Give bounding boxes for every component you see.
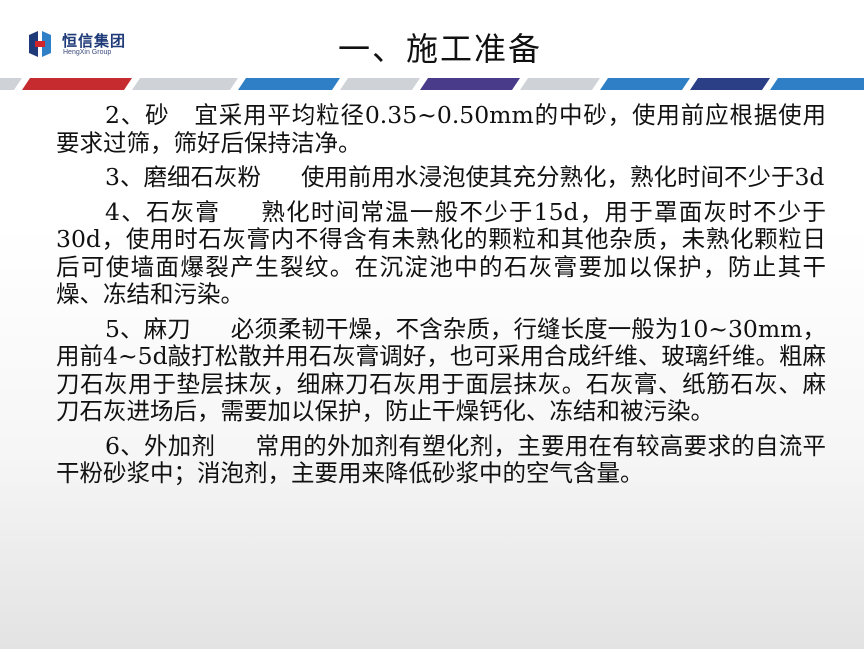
slide-title: 一、施工准备: [337, 30, 542, 68]
content-body: 2、砂 宜采用平均粒径0.35~0.50mm的中砂，使用前应根据使用要求过筛，筛好…: [56, 101, 827, 495]
paragraph-heading: 6、外加剂: [105, 431, 216, 460]
paragraph-heading: 3、磨细石灰粉: [105, 163, 261, 191]
slide: 恒信集团 HengXin Group 一、施工准备 2、砂 宜采用平均粒径0.35…: [0, 0, 864, 649]
paragraph-text: 使用前用水浸泡使其充分熟化，熟化时间不少于3d: [300, 163, 825, 191]
paragraph-heading: 5、麻刀: [105, 314, 191, 343]
paragraph-hemp-fiber: 5、麻刀 必须柔韧干燥，不含杂质，行缝长度一般为10~30mm，用前4~5d敲打松…: [56, 314, 826, 426]
paragraph-text: 宜采用平均粒径0.35~0.50mm的中砂，使用前应根据使用要求过筛，筛好后保持…: [56, 101, 827, 157]
paragraph-lime-putty: 4、石灰膏 熟化时间常温一般不少于15d，用于罩面灰时不少于30d，使用时石灰膏内…: [56, 197, 826, 309]
decorative-color-band: [0, 78, 864, 90]
paragraph-heading: 4、石灰膏: [105, 197, 221, 226]
paragraph-sand: 2、砂 宜采用平均粒径0.35~0.50mm的中砂，使用前应根据使用要求过筛，筛好…: [56, 101, 827, 157]
paragraph-lime-powder: 3、磨细石灰粉 使用前用水浸泡使其充分熟化，熟化时间不少于3d: [56, 163, 826, 192]
paragraph-heading: 2、砂: [105, 101, 170, 129]
paragraph-admixture: 6、外加剂 常用的外加剂有塑化剂，主要用在有较高要求的自流平干粉砂浆中；消泡剂，主…: [56, 431, 826, 488]
